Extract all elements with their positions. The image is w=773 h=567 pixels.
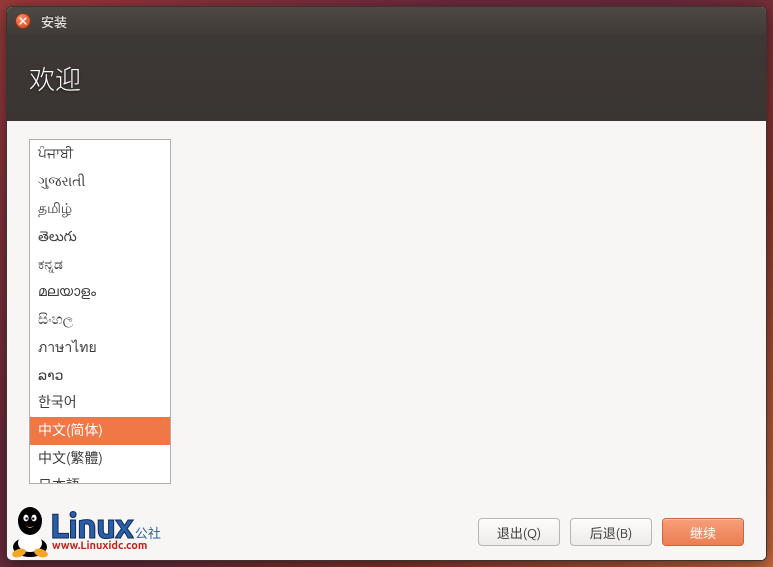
language-option[interactable]: ಕನ್ನಡ <box>30 251 170 279</box>
language-option[interactable]: 中文(繁體) <box>30 445 170 473</box>
language-option[interactable]: తెలుగు <box>30 223 170 251</box>
language-option[interactable]: ລາວ <box>30 362 170 390</box>
language-option[interactable]: ਪੰਜਾਬੀ <box>30 140 170 168</box>
button-row: 退出(Q) 后退(B) 继续 <box>478 518 744 546</box>
language-option[interactable]: සිංහල <box>30 306 170 334</box>
language-option[interactable]: ภาษาไทย <box>30 334 170 362</box>
language-option[interactable]: தமிழ் <box>30 195 170 223</box>
window-title: 安装 <box>41 12 67 31</box>
installer-window: 安装 欢迎 ਪੰਜਾਬੀગુજરાતીதமிழ்తెలుగుಕನ್ನಡമലയാള… <box>6 6 767 561</box>
back-button[interactable]: 后退(B) <box>570 518 652 546</box>
language-option[interactable]: 日本語 <box>30 472 170 484</box>
language-option[interactable]: 한국어 <box>30 389 170 417</box>
language-option[interactable]: ગુજરાતી <box>30 168 170 196</box>
language-list[interactable]: ਪੰਜਾਬੀગુજરાતીதமிழ்తెలుగుಕನ್ನಡമലയാളംසිංහල… <box>29 139 171 484</box>
content-area: ਪੰਜਾਬੀગુજરાતીதமிழ்తెలుగుಕನ್ನಡമലയാളംසිංහල… <box>7 121 766 560</box>
continue-button[interactable]: 继续 <box>662 518 744 546</box>
desktop-background: 安装 欢迎 ਪੰਜਾਬੀગુજરાતીதமிழ்తెలుగుಕನ್ನಡമലയാള… <box>0 0 773 567</box>
close-icon <box>19 17 27 25</box>
close-button[interactable] <box>15 13 31 29</box>
language-option[interactable]: 中文(简体) <box>30 417 170 445</box>
page-title: 欢迎 <box>29 60 81 97</box>
quit-button[interactable]: 退出(Q) <box>478 518 560 546</box>
titlebar: 安装 <box>7 7 766 35</box>
header: 欢迎 <box>7 35 766 121</box>
language-option[interactable]: മലയാളം <box>30 278 170 306</box>
